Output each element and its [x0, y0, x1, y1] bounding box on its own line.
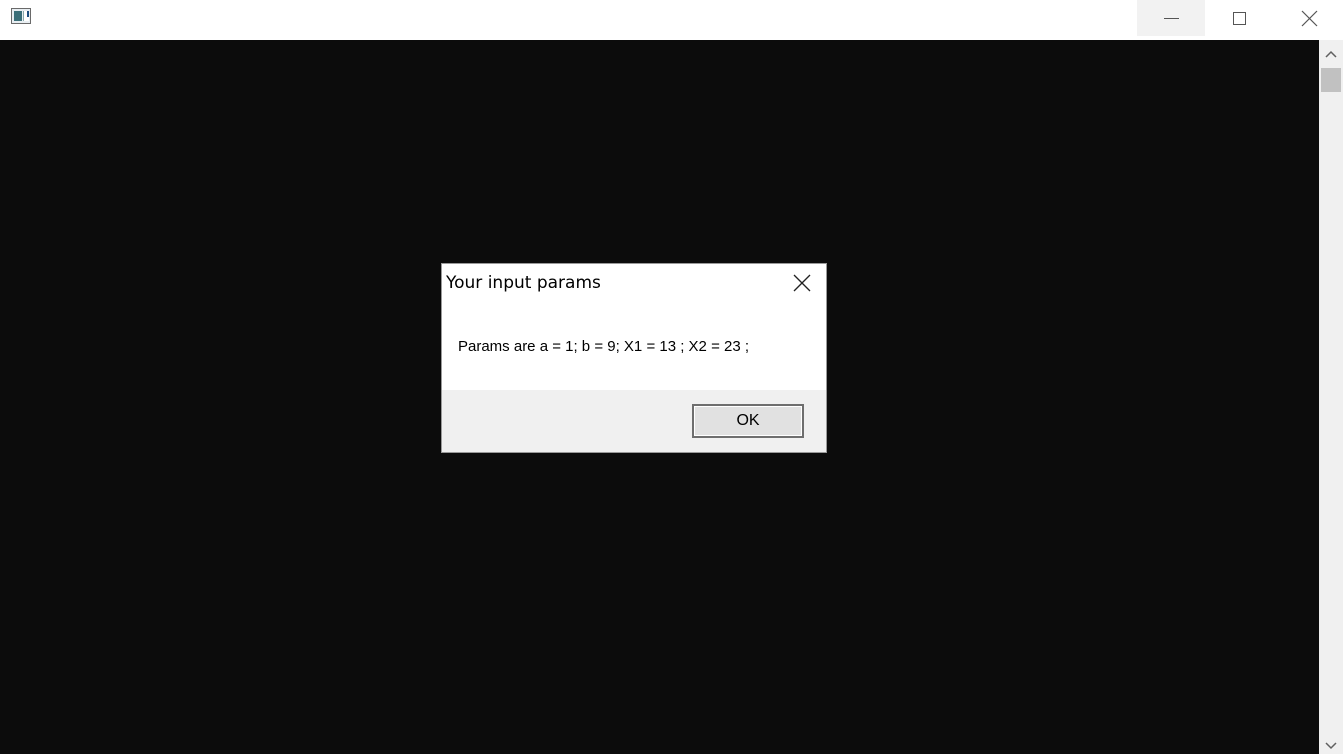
dialog-title-bar[interactable]: Your input params — [442, 264, 826, 302]
dialog-close-button[interactable] — [785, 268, 819, 298]
close-button[interactable] — [1275, 0, 1343, 36]
dialog-message: Params are a = 1; b = 9; X1 = 13 ; X2 = … — [458, 338, 750, 355]
scroll-up-button[interactable] — [1319, 42, 1343, 66]
console-window-icon[interactable] — [11, 8, 31, 24]
icon-pane — [27, 11, 29, 17]
chevron-down-icon — [1325, 742, 1337, 750]
scroll-down-button[interactable] — [1319, 734, 1343, 754]
chevron-up-icon — [1325, 50, 1337, 58]
message-dialog: Your input params Params are a = 1; b = … — [441, 263, 827, 453]
ok-button[interactable]: OK — [692, 404, 804, 438]
icon-pane — [14, 11, 22, 21]
maximize-icon — [1232, 11, 1246, 25]
dialog-footer: OK — [442, 390, 826, 452]
close-icon — [1301, 10, 1317, 26]
minimize-button[interactable] — [1137, 0, 1205, 36]
dialog-body: Params are a = 1; b = 9; X1 = 13 ; X2 = … — [442, 302, 826, 390]
scroll-thumb[interactable] — [1321, 68, 1341, 92]
close-icon — [793, 274, 811, 292]
dialog-title: Your input params — [446, 273, 601, 293]
minimize-icon — [1163, 17, 1179, 19]
maximize-button[interactable] — [1205, 0, 1273, 36]
title-bar[interactable] — [0, 0, 1343, 40]
vertical-scrollbar[interactable] — [1319, 40, 1343, 754]
console-window: Your input params Params are a = 1; b = … — [0, 0, 1343, 754]
